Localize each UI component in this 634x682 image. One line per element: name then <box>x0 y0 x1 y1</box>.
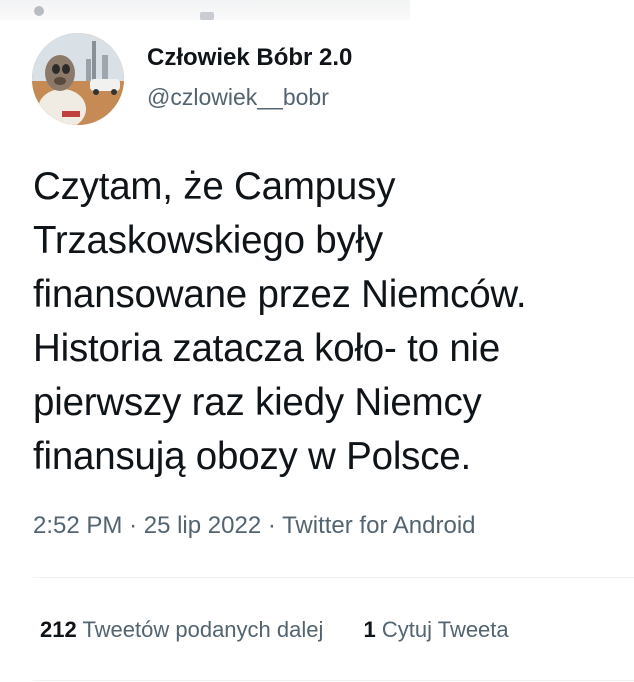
tweet-date[interactable]: 25 lip 2022 <box>144 512 261 539</box>
cropped-icon <box>34 6 44 16</box>
author-handle[interactable]: @czlowiek__bobr <box>147 84 329 111</box>
avatar[interactable] <box>32 33 124 125</box>
avatar-image <box>32 33 124 125</box>
meta-separator: · <box>267 512 276 539</box>
divider <box>33 680 634 681</box>
tweet-text: Czytam, że Campusy Trzaskowskiego były f… <box>33 165 527 478</box>
quotes-stat[interactable]: 1 Cytuj Tweeta <box>364 617 509 643</box>
quote-count: 1 <box>363 617 376 642</box>
tweet-metadata: 2:52 PM · 25 lip 2022 · Twitter for Andr… <box>33 512 476 540</box>
quote-label: Cytuj Tweeta <box>381 617 509 642</box>
previous-tweet-fragment <box>0 0 410 20</box>
tweet-source[interactable]: Twitter for Android <box>282 512 475 539</box>
meta-separator: · <box>129 512 138 539</box>
divider <box>33 577 634 578</box>
retweet-label: Tweetów podanych dalej <box>82 617 324 642</box>
tweet-time[interactable]: 2:52 PM <box>33 512 122 539</box>
retweet-count: 212 <box>40 617 77 642</box>
author-display-name[interactable]: Człowiek Bóbr 2.0 <box>147 44 352 72</box>
tweet-stats: 212 Tweetów podanych dalej 1 Cytuj Tweet… <box>40 617 509 643</box>
cropped-text-fragment <box>200 12 214 20</box>
retweets-stat[interactable]: 212 Tweetów podanych dalej <box>40 617 323 643</box>
